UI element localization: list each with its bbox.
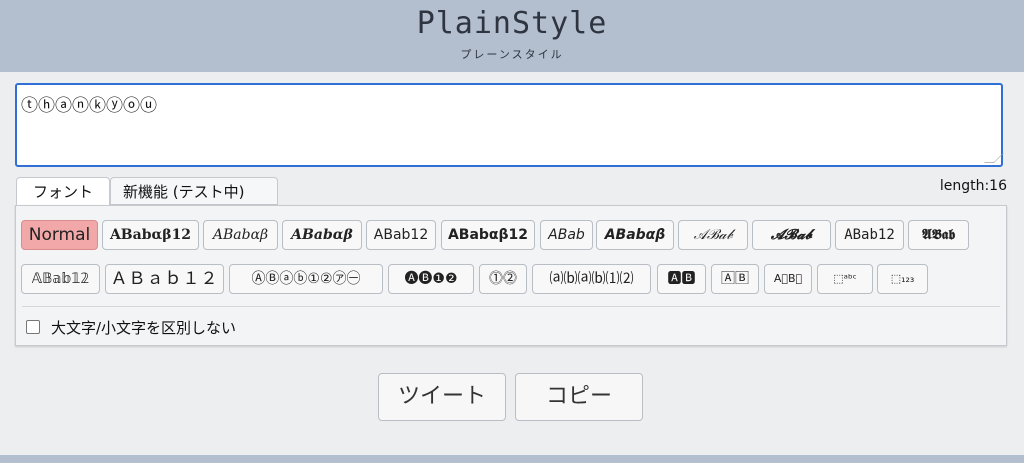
panel-divider	[22, 306, 1000, 307]
style-button-italic-serif[interactable]: 𝐴𝐵𝑎𝑏𝛼𝛽	[203, 220, 278, 250]
tweet-button[interactable]: ツイート	[378, 373, 506, 421]
style-button-bold-script[interactable]: 𝓐𝓑𝓪𝓫	[752, 220, 831, 250]
style-button-bold-sans[interactable]: 𝗔𝗕𝗮𝗯𝝰𝝱𝟭𝟮	[441, 220, 535, 250]
ignore-case-checkbox[interactable]	[26, 320, 40, 334]
app-logo: PlainStyle	[416, 6, 608, 41]
length-counter: length:16	[939, 178, 1007, 194]
style-button-subscript[interactable]: ⬚₁₂₃	[877, 264, 928, 294]
style-button-script[interactable]: 𝒜ℬ𝒶𝒷	[678, 220, 748, 250]
style-button-bold-italic-sans[interactable]: 𝘼𝘽𝙖𝙗𝞪𝞫	[596, 220, 674, 250]
input-box: ⓣⓗⓐⓝⓚⓨⓞⓤ	[15, 83, 1004, 167]
text-input[interactable]: ⓣⓗⓐⓝⓚⓨⓞⓤ	[17, 85, 1001, 165]
page-footer-bar	[0, 455, 1024, 463]
copy-button[interactable]: コピー	[515, 373, 643, 421]
style-button-sans[interactable]: 𝖠𝖡𝖺𝖻𝟣𝟤	[366, 220, 436, 250]
ignore-case-label: 大文字/小文字を区別しない	[51, 318, 237, 337]
style-button-negative-squared[interactable]: 🅰🅱	[657, 264, 706, 294]
ignore-case-option[interactable]: 大文字/小文字を区別しない	[26, 316, 236, 338]
style-button-double-circled[interactable]: ⓵⓶	[479, 264, 527, 294]
style-button-double-struck[interactable]: 𝔸𝔹𝕒𝕓𝟙𝟚	[21, 264, 100, 294]
style-button-normal[interactable]: Normal	[21, 220, 98, 250]
style-button-circled[interactable]: ⒶⒷⓐⓑ①②㋐㊀	[229, 264, 383, 294]
style-button-superscript[interactable]: ⬚ᵃᵇᶜ	[817, 264, 873, 294]
style-button-bold-italic-serif[interactable]: 𝑨𝑩𝒂𝒃𝜶𝜷	[282, 220, 362, 250]
style-button-negative-circled[interactable]: 🅐🅑❶❷	[388, 264, 474, 294]
tab-font[interactable]: フォント	[16, 177, 110, 205]
style-button-bold-serif[interactable]: 𝐀𝐁𝐚𝐛𝛂𝛃𝟏𝟐	[102, 220, 199, 250]
style-button-fullwidth[interactable]: ＡＢａｂ１２	[105, 264, 224, 294]
app-header: PlainStyle プレーンスタイル	[0, 0, 1024, 72]
style-button-enclosed-square[interactable]: A⃞B⃞	[764, 264, 812, 294]
style-button-monospace[interactable]: 𝙰𝙱𝚊𝚋𝟷𝟸	[835, 220, 904, 250]
style-button-italic-sans[interactable]: 𝘈𝘉𝘢𝘣	[540, 220, 593, 250]
style-button-squared[interactable]: 🄰🄱	[711, 264, 759, 294]
style-panel: Normal 𝐀𝐁𝐚𝐛𝛂𝛃𝟏𝟐 𝐴𝐵𝑎𝑏𝛼𝛽 𝑨𝑩𝒂𝒃𝜶𝜷 𝖠𝖡𝖺𝖻𝟣𝟤 𝗔𝗕𝗮…	[15, 205, 1007, 346]
app-subtitle: プレーンスタイル	[460, 48, 564, 61]
style-button-fraktur[interactable]: 𝕬𝕭𝖆𝖇	[908, 220, 969, 250]
style-button-parenthesized[interactable]: ⒜⒝⒜⒝⑴⑵	[532, 264, 651, 294]
tab-new-features[interactable]: 新機能 (テスト中)	[110, 177, 278, 205]
